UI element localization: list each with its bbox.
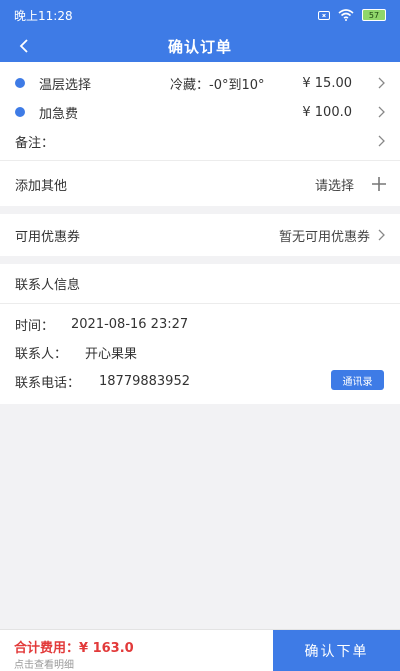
total-value: ¥ 163.0 bbox=[79, 641, 134, 656]
battery-icon: 57 bbox=[362, 9, 386, 21]
add-other-row[interactable]: 添加其他 请选择 bbox=[0, 170, 400, 198]
contact-time-label: 时间： bbox=[15, 318, 55, 334]
chevron-right-icon bbox=[378, 106, 385, 118]
chevron-right-icon bbox=[378, 229, 385, 241]
bottom-bar: 合计费用：¥ 163.0 点击查看明细 确认下单 bbox=[0, 629, 400, 671]
contact-phone-label: 联系电话： bbox=[15, 375, 81, 391]
page-title: 确认订单 bbox=[167, 37, 232, 56]
add-other-label: 添加其他 bbox=[15, 178, 68, 194]
contact-name-label: 联系人： bbox=[15, 346, 68, 362]
coupon-label: 可用优惠券 bbox=[15, 229, 81, 245]
urgent-fee-label: 加急费 bbox=[39, 106, 79, 122]
address-book-button[interactable]: 通讯录 bbox=[331, 370, 384, 390]
notification-icon bbox=[318, 10, 330, 20]
chevron-right-icon bbox=[378, 135, 385, 147]
coupon-row[interactable]: 可用优惠券 暂无可用优惠券 bbox=[0, 214, 400, 256]
temperature-dot-icon bbox=[15, 78, 25, 88]
total-label: 合计费用： bbox=[14, 641, 80, 656]
contact-time-value: 2021-08-16 23:27 bbox=[71, 316, 189, 332]
back-arrow-icon bbox=[19, 39, 28, 53]
contact-name-value: 开心果果 bbox=[85, 346, 138, 362]
coupon-value: 暂无可用优惠券 bbox=[278, 229, 370, 245]
plus-icon[interactable] bbox=[370, 175, 388, 193]
remark-label: 备注： bbox=[15, 135, 55, 151]
urgent-fee-row[interactable]: 加急费 ¥ 100.0 bbox=[0, 99, 400, 125]
chevron-right-icon bbox=[378, 77, 385, 89]
submit-order-button[interactable]: 确认下单 bbox=[273, 630, 400, 671]
remark-row[interactable]: 备注： bbox=[0, 128, 400, 154]
divider bbox=[0, 160, 400, 161]
contact-name-row: 联系人： 开心果果 bbox=[0, 339, 400, 365]
view-detail-link[interactable]: 点击查看明细 bbox=[14, 656, 74, 671]
divider bbox=[0, 303, 400, 304]
status-icons: 57 bbox=[318, 9, 386, 21]
temperature-label: 温层选择 bbox=[39, 77, 92, 93]
urgent-dot-icon bbox=[15, 107, 25, 117]
total-cost: 合计费用：¥ 163.0 bbox=[14, 637, 134, 656]
temperature-price: ¥ 15.00 bbox=[302, 75, 352, 91]
contact-time-row: 时间： 2021-08-16 23:27 bbox=[0, 311, 400, 337]
temperature-row[interactable]: 温层选择 冷藏：-0°到10° ¥ 15.00 bbox=[0, 70, 400, 96]
contact-header-row: 联系人信息 bbox=[0, 270, 400, 296]
total-area[interactable]: 合计费用：¥ 163.0 点击查看明细 bbox=[0, 630, 273, 671]
nav-bar: 确认订单 bbox=[0, 30, 400, 62]
wifi-icon bbox=[338, 9, 354, 21]
status-time: 晚上11:28 bbox=[14, 8, 73, 23]
contact-header: 联系人信息 bbox=[15, 277, 81, 293]
urgent-fee-price: ¥ 100.0 bbox=[302, 104, 352, 120]
back-button[interactable] bbox=[12, 34, 36, 58]
add-other-value: 请选择 bbox=[314, 178, 354, 194]
contact-phone-value: 18779883952 bbox=[99, 373, 190, 389]
temperature-detail: 冷藏：-0°到10° bbox=[170, 77, 265, 93]
status-bar: 晚上11:28 57 bbox=[0, 0, 400, 30]
